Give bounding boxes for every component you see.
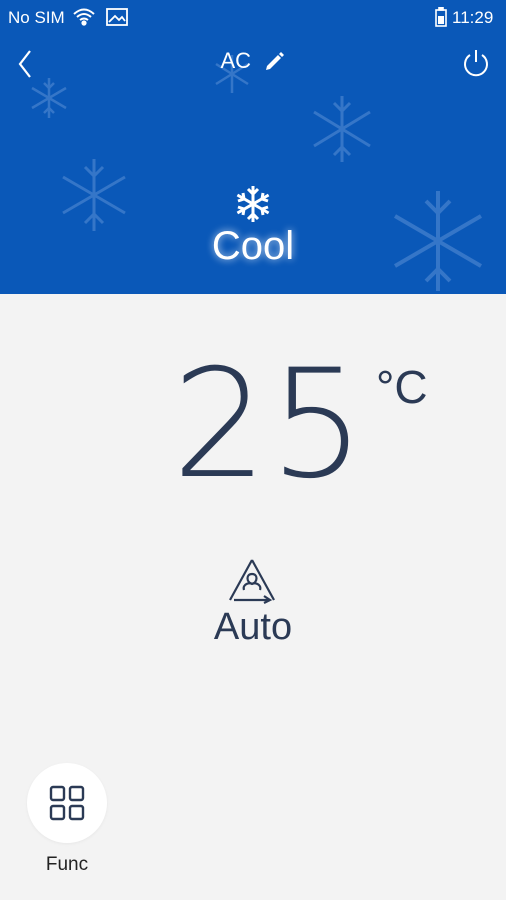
temperature-value: 25 [172, 338, 367, 512]
func-label: Func [45, 854, 89, 875]
mode-label[interactable]: Cool [0, 224, 506, 269]
title-area: AC [0, 48, 506, 74]
mode-panel: No SIM 11:29 AC Cool [0, 0, 506, 294]
snowflake-bg-icon [313, 96, 371, 162]
edit-icon[interactable] [264, 50, 286, 72]
image-icon [106, 8, 128, 26]
grid-icon [49, 785, 85, 821]
fan-speed-label[interactable]: Auto [0, 606, 506, 649]
carrier-text: No SIM [8, 8, 65, 27]
wifi-icon [73, 8, 95, 26]
device-title: AC [220, 48, 252, 73]
snowflake-icon [236, 186, 270, 222]
status-bar: No SIM 11:29 [0, 0, 506, 36]
fan-icon [229, 559, 275, 604]
battery-icon [435, 7, 447, 27]
func-button[interactable] [27, 763, 107, 843]
app-header: AC [0, 44, 506, 84]
temperature-unit: °C [376, 361, 428, 413]
clock-text: 11:29 [452, 8, 494, 27]
snowflake-bg-icon [62, 159, 126, 231]
power-icon[interactable] [462, 48, 490, 78]
